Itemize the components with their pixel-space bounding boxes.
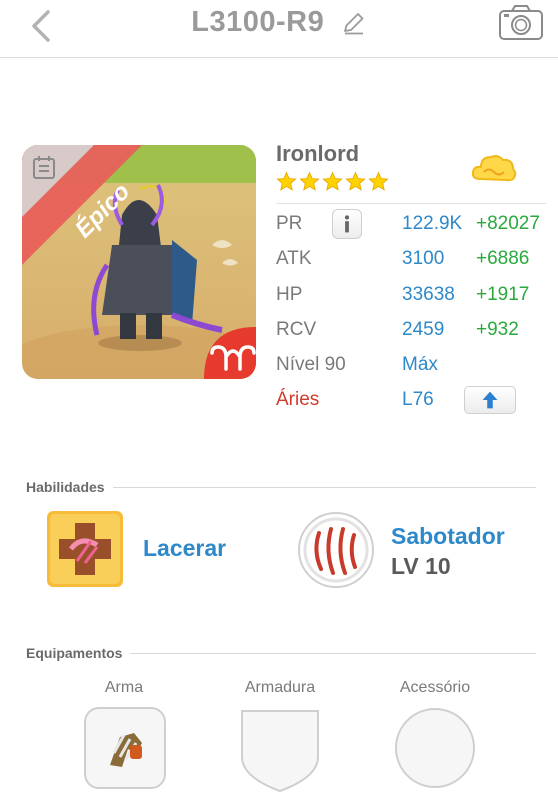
- stat-row-pr: PR 122.9K +82027: [276, 207, 546, 241]
- star-icon: [322, 171, 343, 191]
- lacerate-skill-icon[interactable]: [47, 511, 123, 587]
- stat-row-atk: ATK 3100 +6886: [276, 242, 546, 276]
- top-bar: L3100-R9: [0, 0, 558, 58]
- stat-bonus: +1917: [476, 284, 530, 305]
- star-icon: [345, 171, 366, 191]
- equip-slot-label: Arma: [104, 679, 144, 696]
- equipment-section-header: Equipamentos: [26, 645, 536, 665]
- name-divider: [276, 203, 546, 204]
- stat-bonus: +932: [476, 319, 519, 340]
- sign-level: L76: [402, 389, 434, 410]
- stat-value: 33638: [402, 284, 455, 305]
- stat-value: 2459: [402, 319, 445, 340]
- sign-label: Áries: [276, 389, 320, 410]
- stat-value: 3100: [402, 248, 445, 269]
- abilities-title: Habilidades: [26, 479, 113, 495]
- title-wrap: L3100-R9: [0, 6, 558, 39]
- camera-icon[interactable]: [498, 3, 544, 41]
- star-icon: [276, 171, 297, 191]
- level-label: Nível 90: [276, 354, 346, 375]
- aries-icon: [204, 327, 256, 379]
- page-title: L3100-R9: [191, 6, 325, 38]
- cloud-icon: [471, 155, 517, 182]
- stat-bonus: +6886: [476, 248, 530, 269]
- equipment-title: Equipamentos: [26, 645, 131, 661]
- stat-label: RCV: [276, 319, 317, 340]
- equip-slot-label: Armadura: [244, 679, 316, 696]
- stat-row-rcv: RCV 2459 +932: [276, 313, 546, 347]
- notes-icon[interactable]: [31, 154, 57, 180]
- stat-label: HP: [276, 284, 303, 305]
- claw-skill-icon[interactable]: [297, 511, 375, 589]
- stat-bonus: +82027: [476, 213, 540, 234]
- star-rating: [276, 171, 389, 193]
- upgrade-arrow-icon[interactable]: [464, 386, 516, 414]
- accessory-slot[interactable]: [394, 707, 476, 789]
- level-value: Máx: [402, 354, 438, 375]
- stat-label: PR: [276, 213, 303, 234]
- hero-portrait[interactable]: Épico: [22, 145, 256, 379]
- star-icon: [299, 171, 320, 191]
- abilities-section-header: Habilidades: [26, 479, 536, 499]
- info-icon[interactable]: [332, 209, 362, 239]
- skill-name[interactable]: Sabotador: [391, 523, 505, 550]
- armor-slot[interactable]: [240, 707, 320, 793]
- equip-slot-label: Acessório: [399, 679, 471, 696]
- hero-name: Ironlord: [276, 141, 360, 166]
- weapon-slot[interactable]: [84, 707, 166, 789]
- stat-row-level: Nível 90 Máx: [276, 348, 546, 382]
- stat-label: ATK: [276, 248, 312, 269]
- star-icon: [368, 171, 389, 191]
- stat-row-sign: Áries L76: [276, 383, 546, 417]
- stat-value: 122.9K: [402, 213, 463, 234]
- skill-name[interactable]: Lacerar: [143, 535, 226, 562]
- pencil-icon[interactable]: [341, 10, 367, 36]
- stat-row-hp: HP 33638 +1917: [276, 278, 546, 312]
- skill-level: LV 10: [391, 553, 451, 579]
